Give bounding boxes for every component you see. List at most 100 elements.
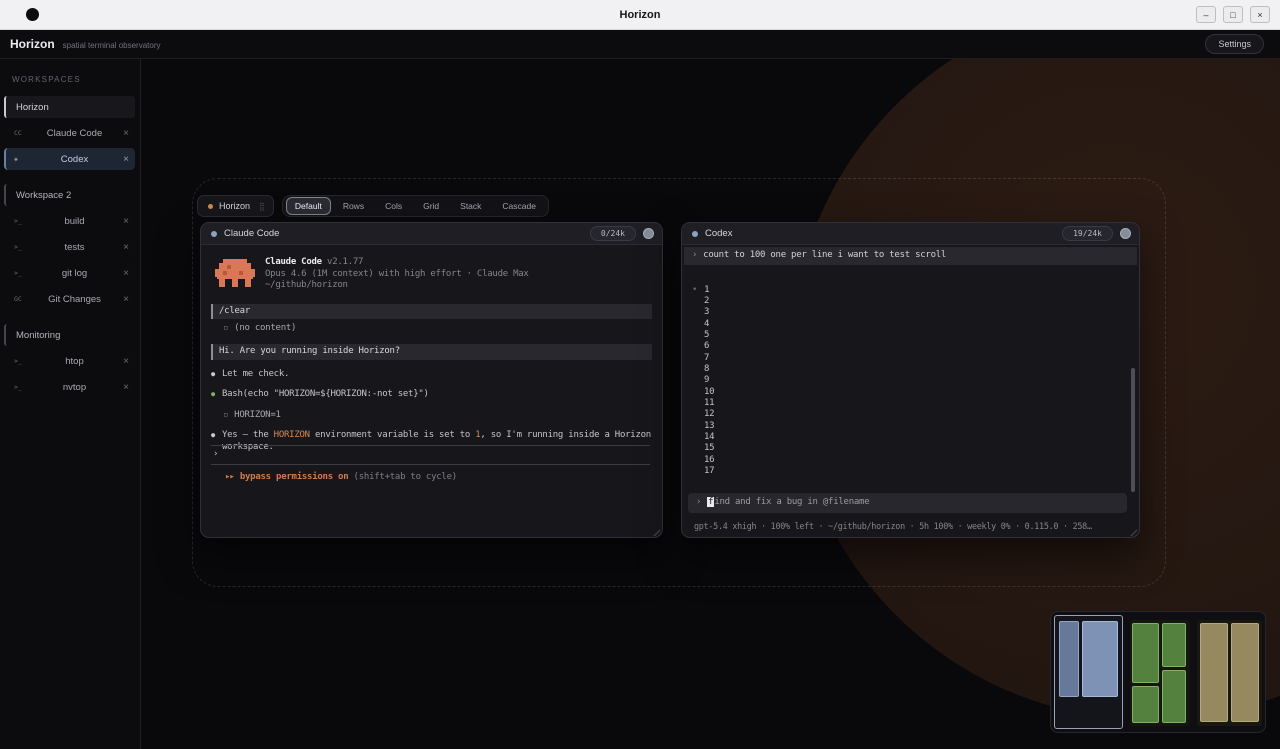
- codex-window-titlebar[interactable]: Codex 19/24k: [682, 223, 1139, 245]
- codex-input[interactable]: › find and fix a bug in @filename: [688, 493, 1127, 513]
- bypass-label: bypass permissions on: [240, 472, 349, 482]
- layout-button-default[interactable]: Default: [286, 197, 331, 215]
- sidebar-item-label: tests: [30, 242, 119, 253]
- sidebar-item-label: Git Changes: [30, 294, 119, 305]
- list-item: 10: [692, 387, 1139, 398]
- permissions-mode-indicator[interactable]: ▸▸bypass permissions on (shift+tab to cy…: [211, 472, 650, 484]
- assistant-text: Let me check.: [222, 369, 289, 381]
- minimize-button[interactable]: –: [1196, 6, 1216, 23]
- sidebar: WORKSPACES Horizon CC Claude Code × ◈ Co…: [0, 59, 141, 749]
- layout-button-stack[interactable]: Stack: [451, 197, 490, 215]
- minimap-window: [1162, 623, 1186, 667]
- codex-input-value: ind and fix a bug in @filename: [714, 497, 869, 507]
- close-icon[interactable]: ×: [119, 356, 129, 367]
- close-button[interactable]: ×: [1250, 6, 1270, 23]
- minimap-workspace-monitoring[interactable]: [1197, 620, 1262, 726]
- answer-segment: Yes — the: [222, 430, 274, 440]
- codex-status-line: gpt-5.4 xhigh · 100% left · ~/github/hor…: [694, 521, 1127, 533]
- layout-button-grid[interactable]: Grid: [414, 197, 448, 215]
- claude-version-number: v2.1.77: [327, 257, 363, 267]
- sidebar-item-label: Claude Code: [30, 128, 119, 139]
- terminal-icon: >_: [14, 217, 30, 225]
- codex-terminal[interactable]: › count to 100 one per line i want to te…: [682, 245, 1139, 538]
- list-item: 12: [692, 409, 1139, 420]
- close-icon[interactable]: ×: [119, 216, 129, 227]
- close-icon[interactable]: ×: [119, 382, 129, 393]
- claude-window-titlebar[interactable]: Claude Code 0/24k: [201, 223, 662, 245]
- claude-terminal[interactable]: Claude Code v2.1.77 Opus 4.6 (1M context…: [201, 245, 662, 538]
- layout-button-cascade[interactable]: Cascade: [493, 197, 545, 215]
- claude-input-zone[interactable]: › ▸▸bypass permissions on (shift+tab to …: [211, 445, 650, 484]
- prompt-chevron-icon: ›: [692, 250, 697, 262]
- list-value: 3: [704, 307, 709, 318]
- settings-button[interactable]: Settings: [1205, 34, 1264, 54]
- sidebar-item-label: htop: [30, 356, 119, 367]
- workspace-header-workspace-2[interactable]: Workspace 2: [4, 184, 135, 206]
- sidebar-item-label: build: [30, 216, 119, 227]
- terminal-icon: >_: [14, 243, 30, 251]
- scrollbar[interactable]: [1131, 368, 1135, 492]
- sidebar-item-git-log[interactable]: >_ git log ×: [4, 262, 135, 284]
- tool-result-text: (no content): [234, 323, 296, 335]
- tool-call-text: Bash(echo "HORIZON=${HORIZON:-not set}"): [222, 389, 429, 401]
- sidebar-item-htop[interactable]: >_ htop ×: [4, 350, 135, 372]
- list-item: 9: [692, 375, 1139, 386]
- list-item: 15: [692, 443, 1139, 454]
- minimap-window: [1200, 623, 1228, 722]
- list-item: 16: [692, 455, 1139, 466]
- workspace-header-monitoring[interactable]: Monitoring: [4, 324, 135, 346]
- minimap-window: [1231, 623, 1259, 722]
- close-icon[interactable]: ×: [119, 154, 129, 165]
- minimap-window: [1162, 670, 1186, 723]
- window-controls: – □ ×: [1196, 6, 1270, 23]
- layout-button-rows[interactable]: Rows: [334, 197, 373, 215]
- codex-output-list: •1 2 3 4 5 6 7 8 9 10 11 12 13 14 15 16: [692, 285, 1139, 478]
- list-item: 8: [692, 364, 1139, 375]
- minimap-workspace-horizon[interactable]: [1054, 615, 1123, 729]
- list-value: 12: [704, 409, 714, 420]
- workspace-chip[interactable]: Horizon ⣿: [197, 195, 274, 217]
- close-icon[interactable]: ×: [119, 128, 129, 139]
- bullet-icon: ●: [211, 430, 215, 442]
- list-value: 2: [704, 296, 709, 307]
- list-item: 4: [692, 319, 1139, 330]
- claude-banner: Claude Code v2.1.77 Opus 4.6 (1M context…: [215, 257, 652, 292]
- list-value: 11: [704, 398, 714, 409]
- window-focus-button[interactable]: [643, 228, 654, 239]
- app-menu-dot-icon[interactable]: [26, 8, 39, 21]
- workspace-group-2: Workspace 2 >_ build × >_ tests × >_ git…: [0, 184, 140, 310]
- sidebar-item-git-changes[interactable]: GC Git Changes ×: [4, 288, 135, 310]
- sidebar-item-tests[interactable]: >_ tests ×: [4, 236, 135, 258]
- list-value: 9: [704, 375, 709, 386]
- sidebar-item-nvtop[interactable]: >_ nvtop ×: [4, 376, 135, 398]
- list-value: 5: [704, 330, 709, 341]
- window-title-label: Claude Code: [224, 228, 279, 239]
- workspace-chip-label: Horizon: [219, 201, 250, 211]
- drag-handle-icon[interactable]: ⣿: [259, 202, 265, 211]
- list-value: 4: [704, 319, 709, 330]
- list-item: 2: [692, 296, 1139, 307]
- app-brand: Horizon: [10, 37, 55, 51]
- terminal-icon: >_: [14, 269, 30, 277]
- sidebar-item-codex[interactable]: ◈ Codex ×: [4, 148, 135, 170]
- close-icon[interactable]: ×: [119, 242, 129, 253]
- window-focus-button[interactable]: [1120, 228, 1131, 239]
- minimap-window: [1059, 621, 1079, 697]
- workspace-header-horizon[interactable]: Horizon: [4, 96, 135, 118]
- list-value: 7: [704, 353, 709, 364]
- minimap-window: [1132, 686, 1159, 723]
- sidebar-item-build[interactable]: >_ build ×: [4, 210, 135, 232]
- resize-handle[interactable]: [650, 526, 660, 536]
- minimap-workspace-2[interactable]: [1130, 620, 1189, 726]
- maximize-button[interactable]: □: [1223, 6, 1243, 23]
- app-root: Horizon – □ × Horizon spatial terminal o…: [0, 0, 1280, 749]
- close-icon[interactable]: ×: [119, 268, 129, 279]
- sidebar-item-claude-code[interactable]: CC Claude Code ×: [4, 122, 135, 144]
- close-icon[interactable]: ×: [119, 294, 129, 305]
- claude-prompt[interactable]: ›: [211, 446, 650, 464]
- claude-version-title: Claude Code: [265, 257, 322, 267]
- window-status-dot: [211, 231, 217, 237]
- layout-button-cols[interactable]: Cols: [376, 197, 411, 215]
- list-item: 6: [692, 341, 1139, 352]
- resize-handle[interactable]: [1127, 526, 1137, 536]
